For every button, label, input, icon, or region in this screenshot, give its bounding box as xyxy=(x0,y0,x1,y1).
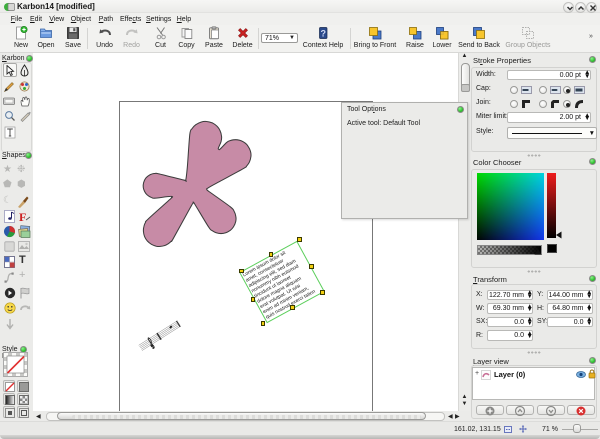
svg-text:?: ? xyxy=(320,29,326,39)
svg-text:F: F xyxy=(19,210,26,223)
